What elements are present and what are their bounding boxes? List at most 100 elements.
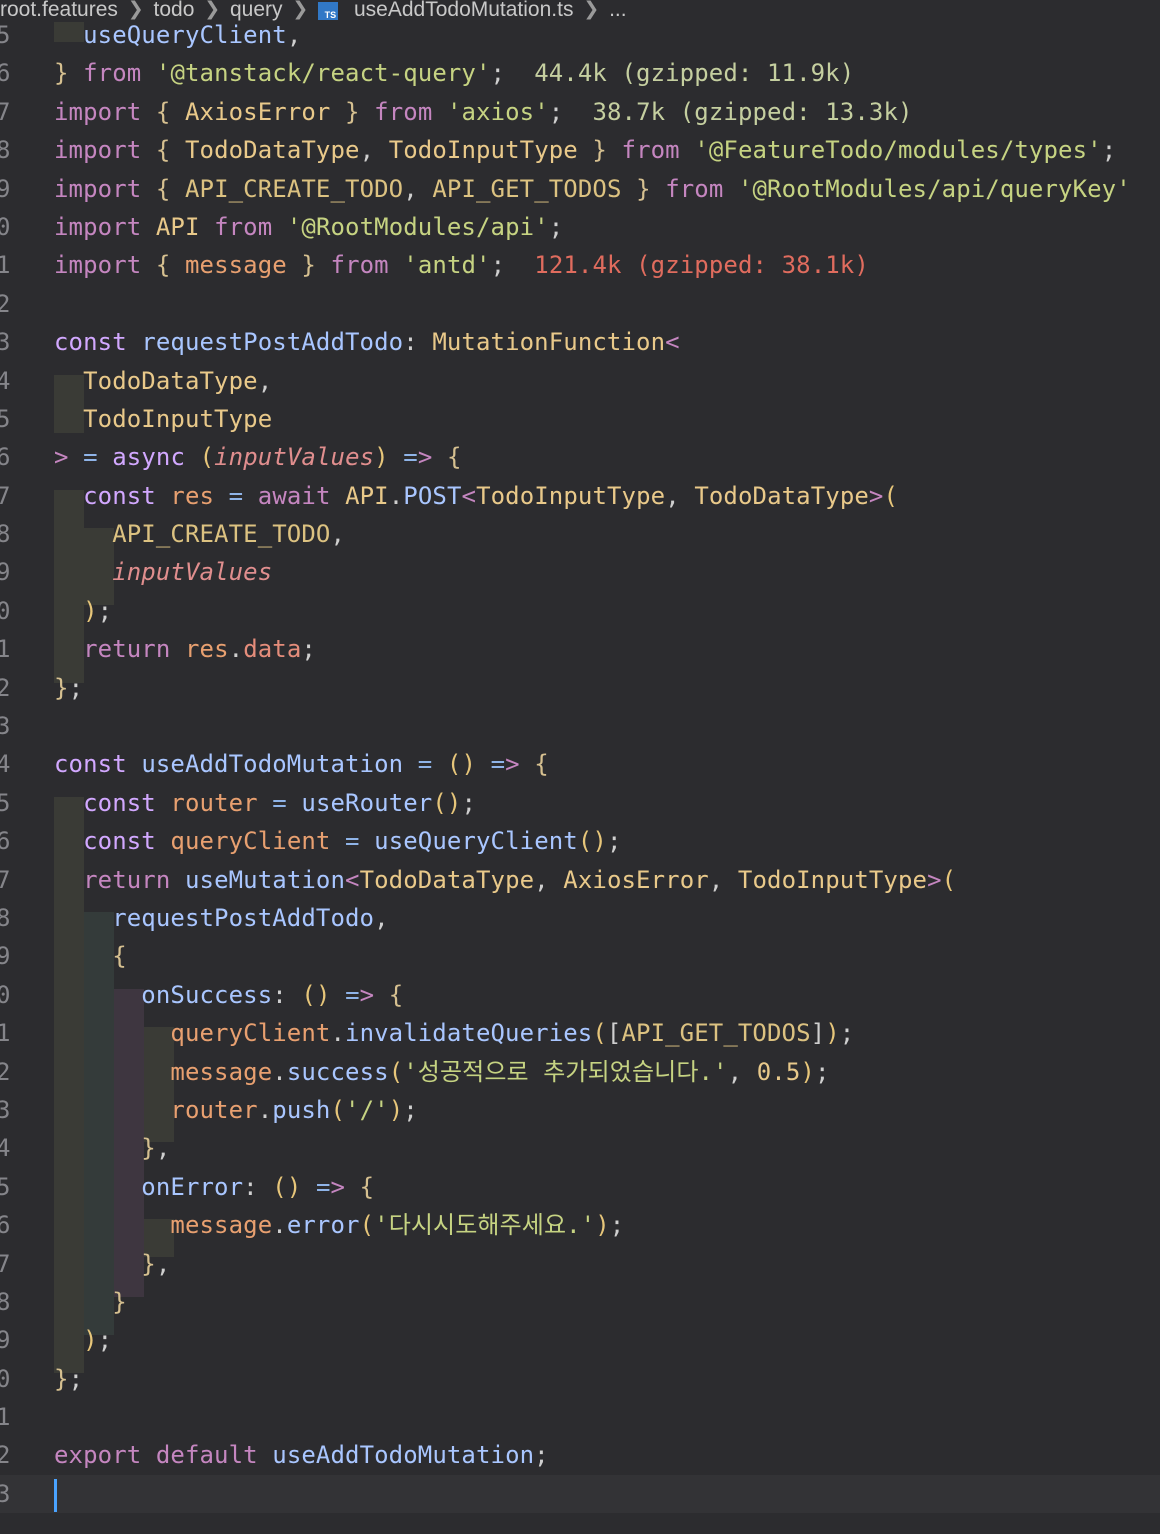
- code-text: message.error('다시시도해주세요.');: [170, 1211, 625, 1240]
- code-line[interactable]: 9 import { API_CREATE_TODO, API_GET_TODOS…: [0, 170, 1160, 208]
- line-number: 9: [0, 558, 11, 587]
- code-text: useQueryClient,: [83, 21, 302, 49]
- code-text: const useAddTodoMutation = () => {: [54, 750, 549, 779]
- line-number: 0: [0, 980, 11, 1009]
- code-text: > = async (inputValues) => {: [54, 443, 462, 472]
- text-cursor: [54, 1478, 57, 1512]
- code-text: const requestPostAddTodo: MutationFuncti…: [54, 328, 680, 357]
- code-line[interactable]: 0 onSuccess: () => {: [0, 976, 1160, 1014]
- code-text: import { message } from 'antd'; 121.4k (…: [54, 251, 869, 280]
- code-text: onSuccess: () => {: [141, 980, 404, 1009]
- line-number: 8: [0, 1287, 11, 1316]
- code-line[interactable]: 9 );: [0, 1321, 1160, 1359]
- line-number: 1: [0, 251, 11, 280]
- line-number: 9: [0, 174, 11, 203]
- code-line[interactable]: 8 requestPostAddTodo,: [0, 899, 1160, 937]
- code-text: );: [83, 1326, 113, 1355]
- line-number: 7: [0, 865, 11, 894]
- line-number: 4: [0, 366, 11, 395]
- code-line[interactable]: 8 import { TodoDataType, TodoInputType } …: [0, 131, 1160, 169]
- code-text: return useMutation<TodoDataType, AxiosEr…: [83, 865, 957, 894]
- line-number: 6: [0, 1211, 11, 1240]
- line-number: 5: [0, 404, 11, 433]
- code-text: TodoInputType: [83, 404, 273, 433]
- line-number: 7: [0, 1249, 11, 1278]
- line-number: 6: [0, 443, 11, 472]
- code-text: },: [141, 1249, 171, 1278]
- code-text: };: [54, 673, 84, 702]
- line-number: 8: [0, 520, 11, 549]
- code-line[interactable]: 2: [0, 285, 1160, 323]
- code-line[interactable]: 3 router.push('/');: [0, 1091, 1160, 1129]
- line-number: 7: [0, 97, 11, 126]
- line-number: 4: [0, 1134, 11, 1163]
- code-line[interactable]: 8 }: [0, 1283, 1160, 1321]
- code-text: {: [112, 942, 127, 971]
- code-text: };: [54, 1364, 84, 1393]
- line-number: 3: [0, 1095, 11, 1124]
- code-line[interactable]: 0 );: [0, 592, 1160, 630]
- code-line[interactable]: 1 queryClient.invalidateQueries([API_GET…: [0, 1014, 1160, 1052]
- line-number: 0: [0, 596, 11, 625]
- code-line[interactable]: 6 > = async (inputValues) => {: [0, 438, 1160, 476]
- code-line[interactable]: 8 API_CREATE_TODO,: [0, 515, 1160, 553]
- code-line[interactable]: 1: [0, 1398, 1160, 1436]
- line-number: 2: [0, 1057, 11, 1086]
- code-line[interactable]: 9 inputValues: [0, 553, 1160, 591]
- code-line[interactable]: 3: [0, 707, 1160, 745]
- code-line[interactable]: 5 const router = useRouter();: [0, 784, 1160, 822]
- line-number: 2: [0, 1441, 11, 1470]
- line-number: 8: [0, 136, 11, 165]
- code-line[interactable]: 2};: [0, 669, 1160, 707]
- line-number: 9: [0, 1326, 11, 1355]
- line-number: 9: [0, 942, 11, 971]
- code-line[interactable]: 2 message.success('성공적으로 추가되었습니다.', 0.5)…: [0, 1053, 1160, 1091]
- code-line[interactable]: 7 },: [0, 1245, 1160, 1283]
- code-text: requestPostAddTodo,: [112, 903, 389, 932]
- line-number: 2: [0, 673, 11, 702]
- code-editor[interactable]: 5 useQueryClient, 6} from '@tanstack/reac…: [0, 16, 1160, 1514]
- line-number: 4: [0, 750, 11, 779]
- code-line[interactable]: 5 TodoInputType: [0, 400, 1160, 438]
- code-line[interactable]: 0 import API from '@RootModules/api';: [0, 208, 1160, 246]
- code-text: message.success('성공적으로 추가되었습니다.', 0.5);: [170, 1057, 830, 1086]
- code-line[interactable]: 9 {: [0, 937, 1160, 975]
- code-line[interactable]: 7 return useMutation<TodoDataType, Axios…: [0, 861, 1160, 899]
- line-number: 7: [0, 481, 11, 510]
- code-text: API_CREATE_TODO,: [112, 520, 346, 549]
- line-number: 8: [0, 903, 11, 932]
- code-text: },: [141, 1134, 171, 1163]
- code-text: const router = useRouter();: [83, 788, 477, 817]
- code-line[interactable]: 3 const requestPostAddTodo: MutationFunct…: [0, 323, 1160, 361]
- code-line[interactable]: 6 const queryClient = useQueryClient();: [0, 822, 1160, 860]
- code-line[interactable]: 7 const res = await API.POST<TodoInputTy…: [0, 477, 1160, 515]
- code-text: }: [112, 1287, 127, 1316]
- line-number: 1: [0, 635, 11, 664]
- line-number: 6: [0, 59, 11, 88]
- code-line[interactable]: 3: [0, 1474, 1160, 1514]
- code-line[interactable]: 2 export default useAddTodoMutation;: [0, 1436, 1160, 1474]
- code-line[interactable]: 1 return res.data;: [0, 630, 1160, 668]
- line-number: 0: [0, 1364, 11, 1393]
- code-line[interactable]: 1 import { message } from 'antd'; 121.4k …: [0, 246, 1160, 284]
- line-number: 3: [0, 328, 11, 357]
- line-number: 2: [0, 289, 11, 318]
- code-line[interactable]: 5 useQueryClient,: [0, 16, 1160, 54]
- line-number: 6: [0, 827, 11, 856]
- code-line[interactable]: 5 onError: () => {: [0, 1168, 1160, 1206]
- code-line[interactable]: 4 },: [0, 1129, 1160, 1167]
- code-text: const res = await API.POST<TodoInputType…: [83, 481, 899, 510]
- code-line[interactable]: 4 const useAddTodoMutation = () => {: [0, 745, 1160, 783]
- code-text: inputValues: [112, 558, 273, 587]
- code-line[interactable]: 7 import { AxiosError } from 'axios'; 38.…: [0, 93, 1160, 131]
- code-line[interactable]: 6} from '@tanstack/react-query'; 44.4k (…: [0, 54, 1160, 92]
- line-number: 5: [0, 788, 11, 817]
- code-line[interactable]: 0};: [0, 1360, 1160, 1398]
- code-line[interactable]: 4 TodoDataType,: [0, 362, 1160, 400]
- code-text: import { TodoDataType, TodoInputType } f…: [54, 136, 1117, 165]
- code-line[interactable]: 6 message.error('다시시도해주세요.');: [0, 1206, 1160, 1244]
- line-number: 0: [0, 212, 11, 241]
- line-number: 5: [0, 21, 11, 49]
- code-text: const queryClient = useQueryClient();: [83, 827, 622, 856]
- line-number: 5: [0, 1172, 11, 1201]
